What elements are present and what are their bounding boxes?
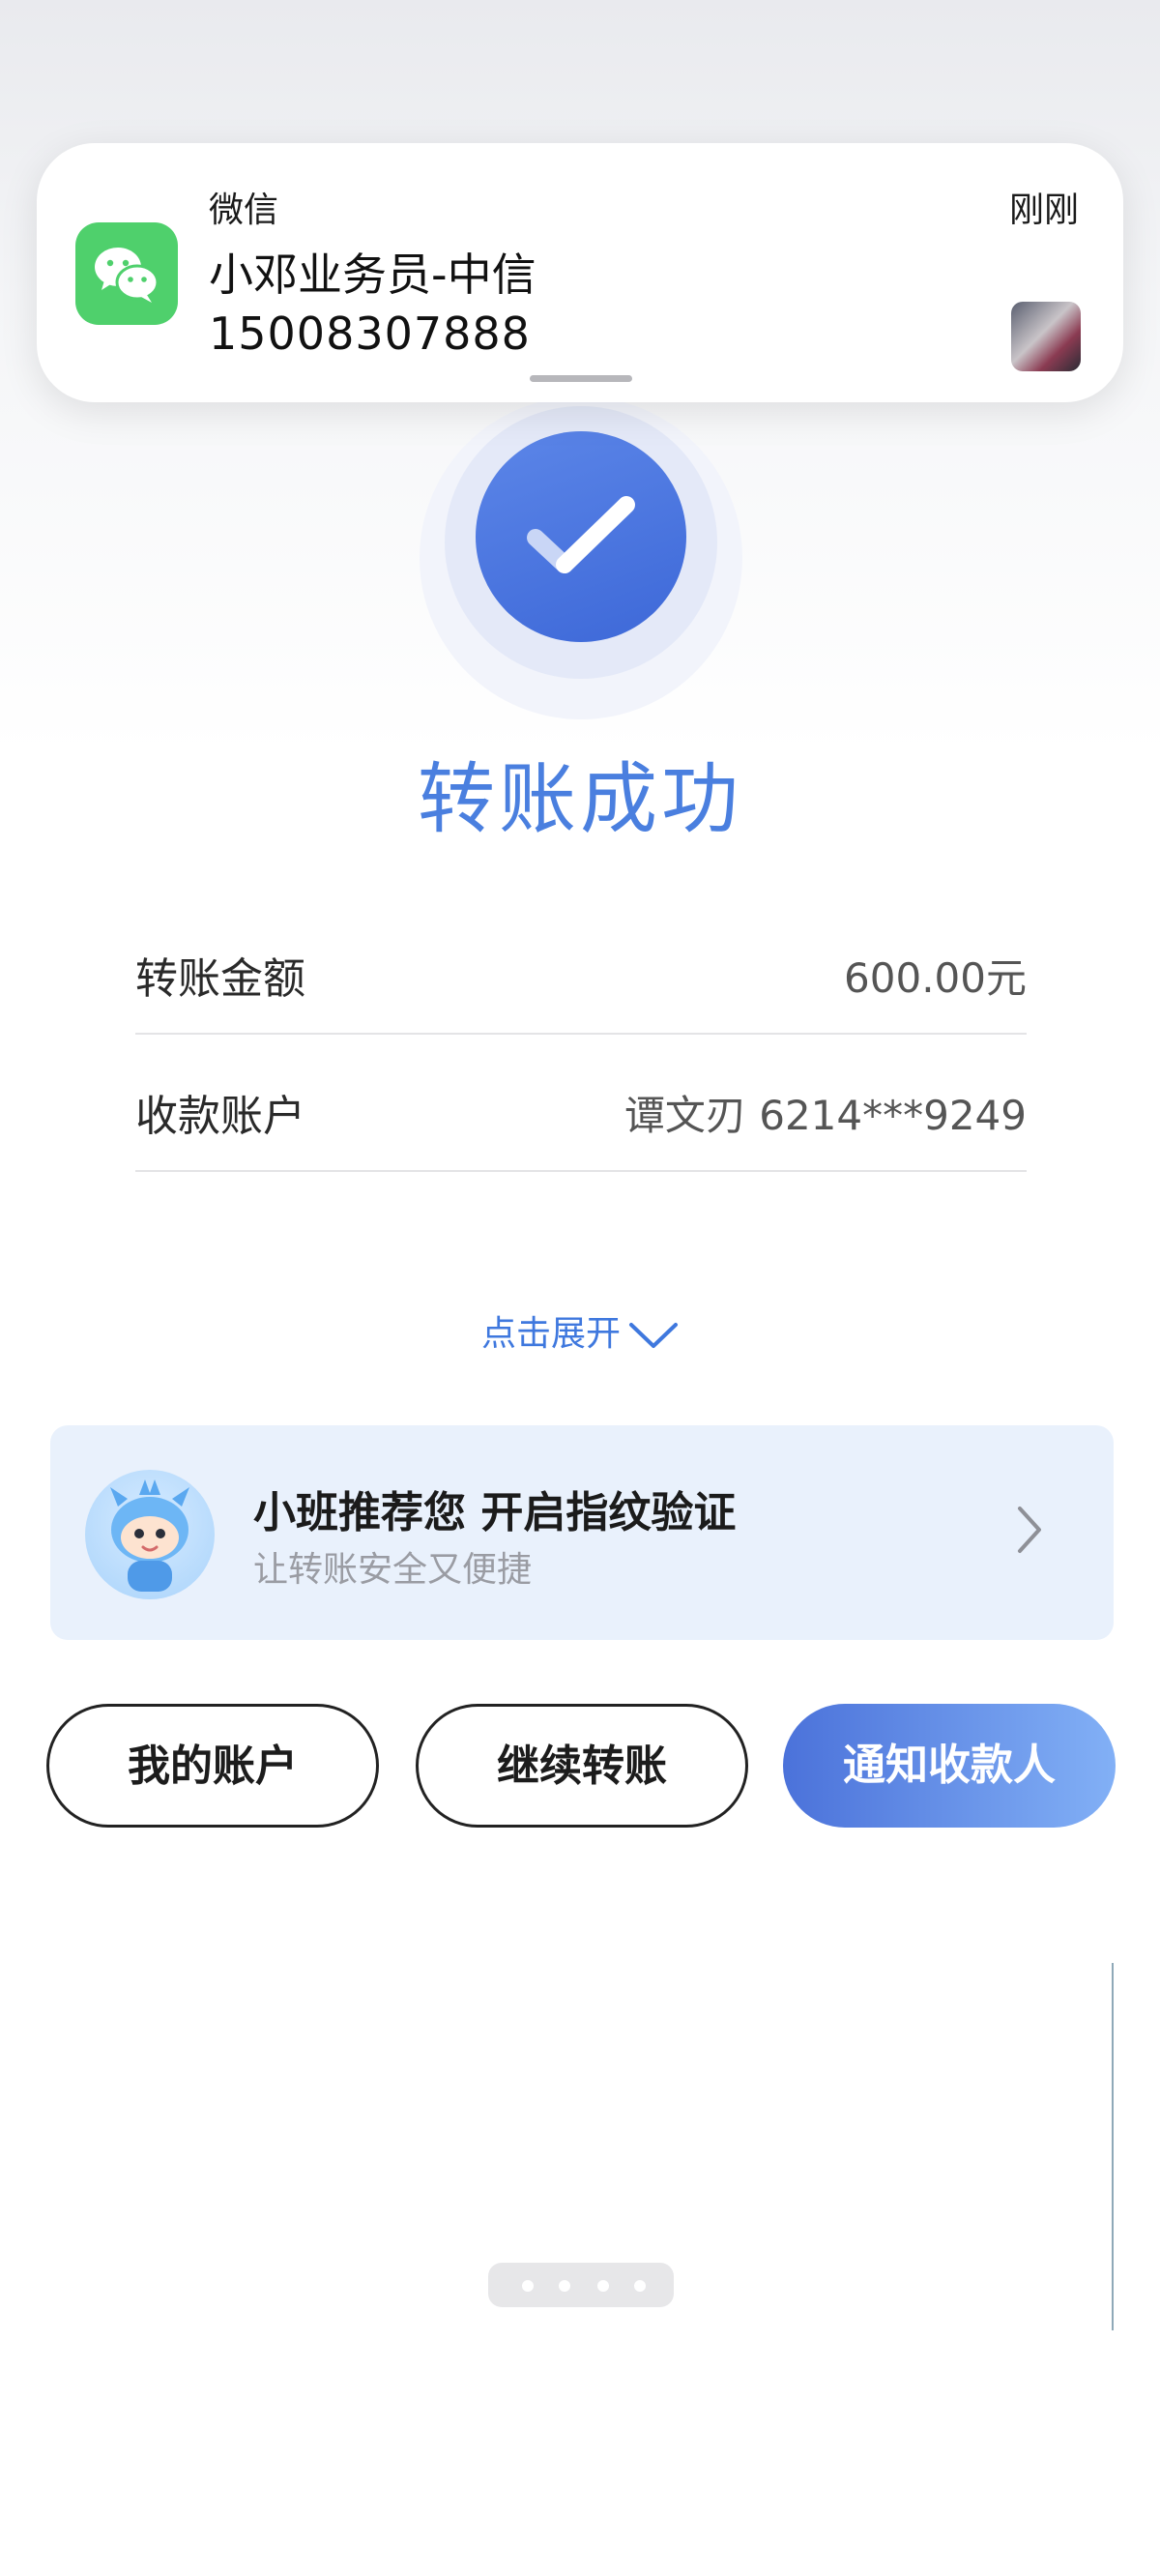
transfer-result-page: 微信 刚刚 小邓业务员-中信 15008307888 转账成功 转账金额 600… — [0, 0, 1160, 2576]
fingerprint-promo-card[interactable]: 小班推荐您 开启指纹验证 让转账安全又便捷 — [50, 1425, 1114, 1640]
notify-payee-button[interactable]: 通知收款人 — [783, 1704, 1116, 1828]
detail-row-amount: 转账金额 600.00元 — [135, 897, 1027, 1035]
detail-value: 600.00元 — [844, 954, 1027, 1002]
notification-time: 刚刚 — [1008, 190, 1079, 230]
promo-subtitle: 让转账安全又便捷 — [253, 1550, 533, 1590]
chevron-right-icon — [1018, 1507, 1041, 1553]
notification-app-name: 微信 — [209, 190, 279, 230]
detail-label: 转账金额 — [135, 954, 305, 1004]
transfer-success-title: 转账成功 — [418, 754, 742, 844]
mascot-avatar — [85, 1470, 215, 1599]
scroll-indicator — [1112, 1963, 1114, 2330]
expand-label: 点击展开 — [480, 1314, 621, 1354]
chevron-down-icon — [629, 1323, 678, 1348]
page-dot — [559, 2280, 570, 2292]
detail-label: 收款账户 — [135, 1092, 305, 1141]
promo-title: 小班推荐您 开启指纹验证 — [253, 1488, 737, 1537]
detail-row-payee: 收款账户 谭文刃 6214***9249 — [135, 1035, 1027, 1172]
my-account-button[interactable]: 我的账户 — [46, 1704, 379, 1828]
continue-transfer-button[interactable]: 继续转账 — [416, 1704, 748, 1828]
notification-drag-handle[interactable] — [530, 375, 632, 382]
wechat-notification[interactable]: 微信 刚刚 小邓业务员-中信 15008307888 — [37, 143, 1123, 402]
check-icon — [476, 431, 686, 642]
page-dot — [634, 2280, 646, 2292]
detail-value: 谭文刃 6214***9249 — [624, 1092, 1027, 1139]
page-indicator — [488, 2263, 674, 2307]
page-dot — [597, 2280, 609, 2292]
notification-body: 15008307888 — [209, 307, 531, 360]
expand-details-button[interactable]: 点击展开 — [0, 1305, 1160, 1356]
notification-title: 小邓业务员-中信 — [209, 249, 536, 301]
wechat-icon — [75, 222, 178, 325]
notification-thumbnail — [1011, 302, 1081, 371]
page-dot — [522, 2280, 534, 2292]
